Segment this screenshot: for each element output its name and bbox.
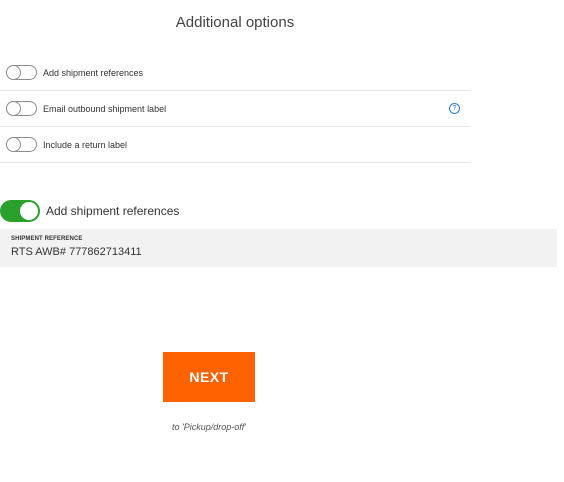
toggle-knob (6, 65, 21, 80)
toggle-knob (20, 202, 38, 220)
next-button[interactable]: NEXT (163, 352, 255, 402)
add-shipment-references-toggle[interactable] (6, 65, 37, 80)
option-label: Email outbound shipment label (43, 103, 167, 114)
option-label: Include a return label (43, 139, 128, 150)
shipment-references-toggle-label: Add shipment references (46, 204, 180, 218)
toggle-knob (6, 101, 21, 116)
option-row-email-outbound-label: Email outbound shipment label ? (0, 91, 470, 127)
section-title: Additional options (175, 14, 295, 31)
help-circle-icon[interactable]: ? (449, 103, 460, 114)
email-outbound-label-toggle[interactable] (6, 101, 37, 116)
next-step-caption: to 'Pickup/drop-off' (172, 422, 246, 432)
shipment-references-toggle-on[interactable] (0, 200, 40, 222)
option-label: Add shipment references (43, 67, 144, 78)
shipment-reference-field: SHIPMENT REFERENCE (0, 229, 557, 267)
toggle-knob (6, 137, 21, 152)
shipment-references-toggle-row: Add shipment references (0, 200, 179, 222)
option-row-add-shipment-references: Add shipment references (0, 55, 470, 91)
shipment-reference-input[interactable] (11, 246, 311, 258)
option-row-include-return-label: Include a return label (0, 127, 470, 163)
include-return-label-toggle[interactable] (6, 137, 37, 152)
shipment-reference-label: SHIPMENT REFERENCE (11, 236, 83, 242)
